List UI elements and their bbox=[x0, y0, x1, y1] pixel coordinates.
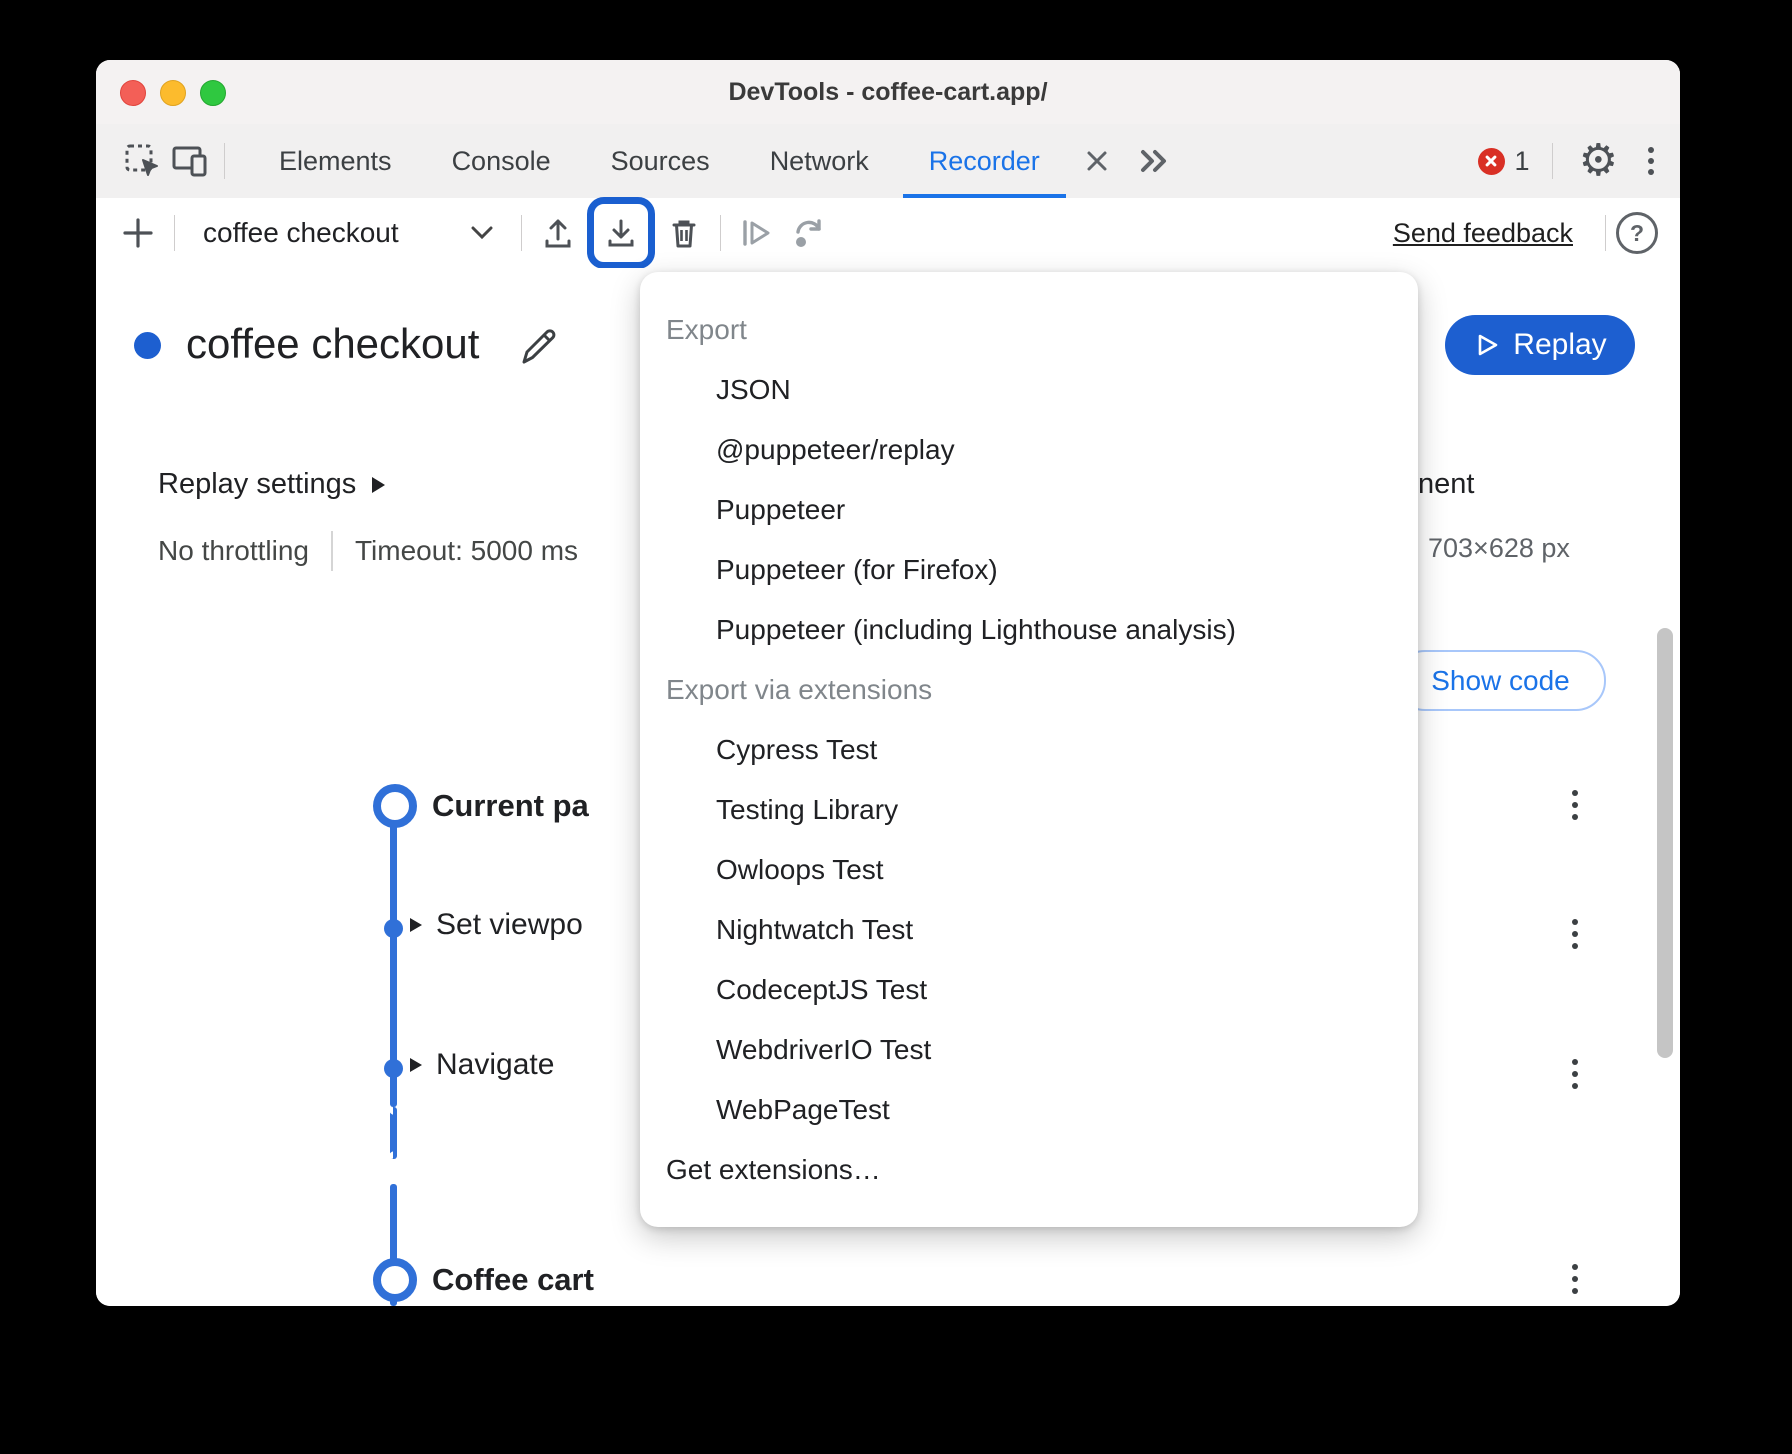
step-label: Set viewpo bbox=[436, 908, 583, 942]
send-feedback-link[interactable]: Send feedback bbox=[1393, 218, 1573, 249]
recording-title: coffee checkout bbox=[186, 320, 479, 368]
timeline-step-dot[interactable] bbox=[384, 919, 403, 938]
replay-button[interactable]: Replay bbox=[1445, 315, 1635, 375]
import-recording-icon[interactable] bbox=[532, 205, 584, 261]
tabbar-left-icons bbox=[96, 124, 235, 198]
replay-settings-toggle[interactable]: Replay settings bbox=[158, 468, 385, 501]
tab-recorder[interactable]: Recorder bbox=[899, 124, 1070, 198]
menu-item[interactable]: Testing Library bbox=[640, 780, 1418, 840]
step-options-icon[interactable] bbox=[1572, 1264, 1578, 1294]
error-badge-icon[interactable] bbox=[1478, 148, 1505, 175]
device-toolbar-icon[interactable] bbox=[166, 137, 214, 185]
menu-section-header: Export bbox=[640, 300, 1418, 360]
step-options-icon[interactable] bbox=[1572, 1059, 1578, 1089]
tab-sources[interactable]: Sources bbox=[581, 124, 740, 198]
divider bbox=[331, 531, 333, 571]
recording-select[interactable]: coffee checkout bbox=[191, 217, 505, 249]
throttling-value: No throttling bbox=[158, 535, 309, 567]
expand-arrow-icon bbox=[410, 1058, 422, 1072]
expand-arrow-icon bbox=[410, 918, 422, 932]
window-title: DevTools - coffee-cart.app/ bbox=[96, 60, 1680, 124]
add-recording-icon[interactable] bbox=[112, 205, 164, 261]
menu-item[interactable]: Nightwatch Test bbox=[640, 900, 1418, 960]
timeline-step-circle[interactable] bbox=[373, 784, 417, 828]
step-label: Navigate bbox=[436, 1048, 554, 1082]
resume-replay-icon bbox=[731, 205, 783, 261]
step-group-title[interactable]: Coffee cart bbox=[432, 1262, 594, 1298]
menu-section-header: Export via extensions bbox=[640, 660, 1418, 720]
menu-item[interactable]: WebdriverIO Test bbox=[640, 1020, 1418, 1080]
export-menu: ExportJSON@puppeteer/replayPuppeteerPupp… bbox=[640, 272, 1418, 1227]
tab-elements[interactable]: Elements bbox=[249, 124, 422, 198]
titlebar: DevTools - coffee-cart.app/ bbox=[96, 60, 1680, 125]
customize-devtools-icon[interactable] bbox=[1648, 147, 1654, 175]
menu-item[interactable]: WebPageTest bbox=[640, 1080, 1418, 1140]
menu-item[interactable]: Cypress Test bbox=[640, 720, 1418, 780]
divider bbox=[521, 215, 522, 251]
divider bbox=[1552, 143, 1553, 179]
timeline-line-dashed bbox=[390, 1107, 397, 1159]
step-options-icon[interactable] bbox=[1572, 919, 1578, 949]
panel-tabs: ElementsConsoleSourcesNetworkRecorder bbox=[249, 124, 1070, 198]
delete-recording-icon[interactable] bbox=[658, 205, 710, 261]
toolbar-right: Send feedback ? bbox=[1393, 212, 1680, 254]
export-recording-highlight-ring bbox=[587, 197, 655, 269]
scrollbar-thumb[interactable] bbox=[1657, 628, 1673, 1058]
replay-step-icon bbox=[783, 205, 835, 261]
recorder-toolbar: coffee checkout bbox=[96, 198, 1680, 269]
step-group-title[interactable]: Current pa bbox=[432, 788, 589, 824]
export-recording-icon[interactable] bbox=[601, 213, 641, 253]
tab-console[interactable]: Console bbox=[422, 124, 581, 198]
timeline-step-circle[interactable] bbox=[373, 1258, 417, 1302]
divider bbox=[1605, 215, 1606, 251]
replay-settings-label: Replay settings bbox=[158, 468, 356, 501]
more-tabs-icon[interactable] bbox=[1124, 124, 1184, 198]
settings-gear-icon[interactable]: ⚙ bbox=[1579, 139, 1618, 183]
edit-title-icon[interactable] bbox=[516, 324, 560, 368]
divider bbox=[224, 143, 225, 179]
step-row[interactable]: Navigate bbox=[410, 1048, 554, 1082]
tab-network[interactable]: Network bbox=[740, 124, 899, 198]
viewport-size: 703×628 px bbox=[1428, 533, 1570, 564]
devtools-window: DevTools - coffee-cart.app/ ElementsCons… bbox=[96, 60, 1680, 1306]
menu-item[interactable]: JSON bbox=[640, 360, 1418, 420]
menu-item[interactable]: Puppeteer bbox=[640, 480, 1418, 540]
inspect-element-icon[interactable] bbox=[118, 137, 166, 185]
replay-settings-summary: No throttling Timeout: 5000 ms bbox=[158, 531, 578, 571]
recording-select-value: coffee checkout bbox=[203, 217, 399, 249]
error-count: 1 bbox=[1515, 146, 1530, 177]
menu-item[interactable]: @puppeteer/replay bbox=[640, 420, 1418, 480]
tabbar-right: 1 ⚙ bbox=[1478, 124, 1680, 198]
divider bbox=[720, 215, 721, 251]
devtools-tabbar: ElementsConsoleSourcesNetworkRecorder 1 … bbox=[96, 124, 1680, 199]
menu-item-get-extensions[interactable]: Get extensions… bbox=[640, 1140, 1418, 1200]
expand-arrow-icon bbox=[372, 477, 385, 493]
menu-item[interactable]: Puppeteer (for Firefox) bbox=[640, 540, 1418, 600]
timeline-step-dot[interactable] bbox=[384, 1059, 403, 1078]
environment-heading-fragment: nent bbox=[1418, 468, 1474, 501]
help-icon[interactable]: ? bbox=[1616, 212, 1658, 254]
play-icon bbox=[1473, 331, 1501, 359]
timeout-value: Timeout: 5000 ms bbox=[355, 535, 578, 567]
menu-item[interactable]: Puppeteer (including Lighthouse analysis… bbox=[640, 600, 1418, 660]
recording-dot-icon bbox=[134, 332, 161, 359]
menu-item[interactable]: Owloops Test bbox=[640, 840, 1418, 900]
step-row[interactable]: Set viewpo bbox=[410, 908, 583, 942]
menu-item[interactable]: CodeceptJS Test bbox=[640, 960, 1418, 1020]
step-options-icon[interactable] bbox=[1572, 790, 1578, 820]
replay-button-label: Replay bbox=[1513, 328, 1606, 362]
show-code-button[interactable]: Show code bbox=[1395, 650, 1606, 711]
divider bbox=[174, 215, 175, 251]
chevron-down-icon bbox=[471, 226, 493, 240]
close-recorder-tab-icon[interactable] bbox=[1070, 124, 1124, 198]
